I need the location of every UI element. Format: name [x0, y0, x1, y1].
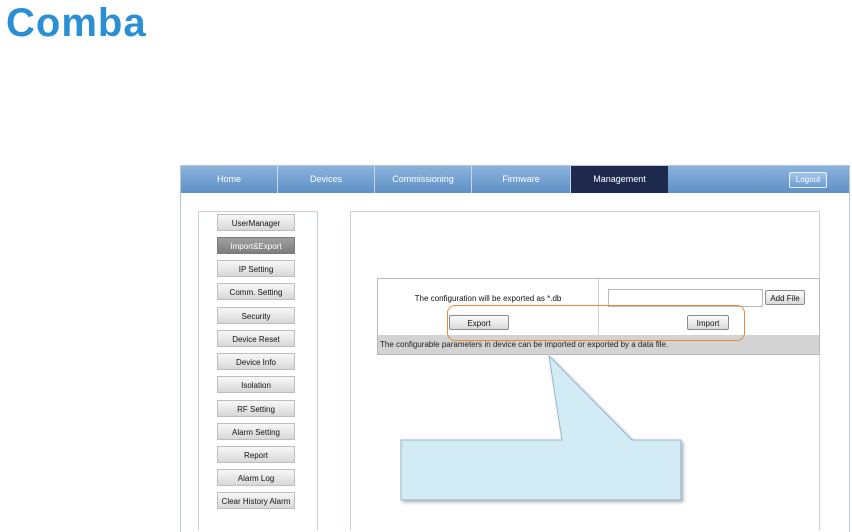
highlight-outline [447, 305, 745, 341]
menu-item-rf-setting[interactable]: RF Setting [217, 400, 295, 417]
tab-firmware[interactable]: Firmware [472, 166, 571, 193]
tab-home[interactable]: Home [181, 166, 278, 193]
svg-text:Comba: Comba [6, 2, 147, 45]
menu-item-security[interactable]: Security [217, 307, 295, 324]
export-description: The configuration will be exported as *.… [414, 294, 562, 303]
menu-item-comm-setting[interactable]: Comm. Setting [217, 283, 295, 300]
management-menu: UserManager Import&Export IP Setting Com… [198, 211, 318, 530]
tab-commissioning[interactable]: Commissioning [375, 166, 472, 193]
content-area: The configuration will be exported as *.… [350, 211, 820, 530]
app-window: Home Devices Commissioning Firmware Mana… [180, 165, 850, 532]
add-file-button[interactable]: Add File [765, 290, 805, 305]
menu-item-device-info[interactable]: Device Info [217, 353, 295, 370]
logout-button[interactable]: Logout [789, 172, 827, 188]
menu-item-clear-history-alarm[interactable]: Clear History Alarm [217, 492, 295, 509]
comba-logo: Comba [6, 2, 147, 45]
menu-item-alarm-setting[interactable]: Alarm Setting [217, 423, 295, 440]
menu-item-ip-setting[interactable]: IP Setting [217, 260, 295, 277]
menu-item-alarm-log[interactable]: Alarm Log [217, 469, 295, 486]
menu-item-device-reset[interactable]: Device Reset [217, 330, 295, 347]
top-nav: Home Devices Commissioning Firmware Mana… [181, 166, 849, 193]
menu-item-report[interactable]: Report [217, 446, 295, 463]
menu-item-isolation[interactable]: Isolation [217, 376, 295, 393]
menu-item-import-export[interactable]: Import&Export [217, 237, 295, 254]
tab-devices[interactable]: Devices [278, 166, 375, 193]
tab-management[interactable]: Management [571, 166, 668, 193]
menu-item-usermanager[interactable]: UserManager [217, 214, 295, 231]
